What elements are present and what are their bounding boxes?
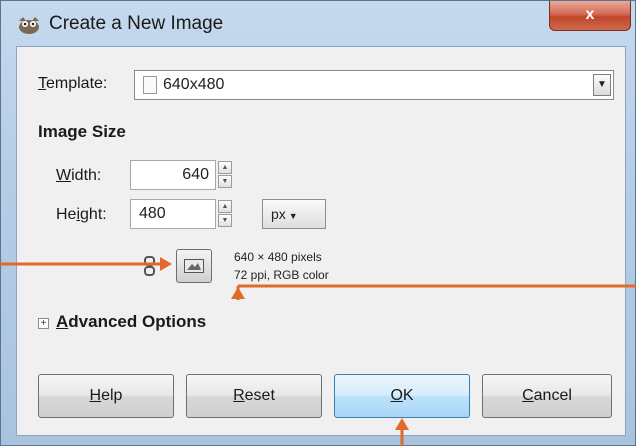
height-stepper[interactable]: ▲ ▼ <box>218 200 232 228</box>
width-label: Width: <box>56 167 102 184</box>
image-dimensions-info: 640 × 480 pixels <box>234 250 322 264</box>
chain-icon[interactable] <box>142 256 158 276</box>
stepper-up-icon[interactable]: ▲ <box>218 161 232 174</box>
window-title: Create a New Image <box>49 13 224 34</box>
height-input[interactable]: 480 <box>130 199 216 229</box>
width-input[interactable]: 640 <box>130 160 216 190</box>
chevron-down-icon: ▼ <box>288 211 298 221</box>
width-stepper[interactable]: ▲ ▼ <box>218 161 232 189</box>
close-button[interactable]: x <box>549 1 631 31</box>
template-value: 640x480 <box>163 76 225 93</box>
close-icon: x <box>585 6 595 23</box>
chevron-down-icon[interactable]: ▼ <box>593 74 611 96</box>
title-bar[interactable]: Create a New Image x <box>1 1 636 45</box>
stepper-down-icon[interactable]: ▼ <box>218 214 232 227</box>
image-size-heading: Image Size <box>38 122 126 141</box>
advanced-options-toggle[interactable]: Advanced Options <box>56 312 206 332</box>
unit-dropdown[interactable]: px ▼ <box>262 199 326 229</box>
cancel-button[interactable]: Cancel <box>482 374 612 418</box>
document-icon <box>143 76 157 94</box>
stepper-up-icon[interactable]: ▲ <box>218 200 232 213</box>
help-button[interactable]: Help <box>38 374 174 418</box>
landscape-orientation-button[interactable] <box>176 249 212 283</box>
reset-button[interactable]: Reset <box>186 374 322 418</box>
app-icon <box>19 17 39 34</box>
landscape-icon <box>184 259 204 273</box>
expander-icon[interactable]: + <box>38 318 49 329</box>
template-combobox[interactable]: 640x480 ▼ <box>134 70 614 100</box>
height-label: Height: <box>56 206 107 223</box>
template-label: Template: <box>38 75 108 92</box>
stepper-down-icon[interactable]: ▼ <box>218 175 232 188</box>
image-resolution-info: 72 ppi, RGB color <box>234 268 329 282</box>
ok-button[interactable]: OK <box>334 374 470 418</box>
